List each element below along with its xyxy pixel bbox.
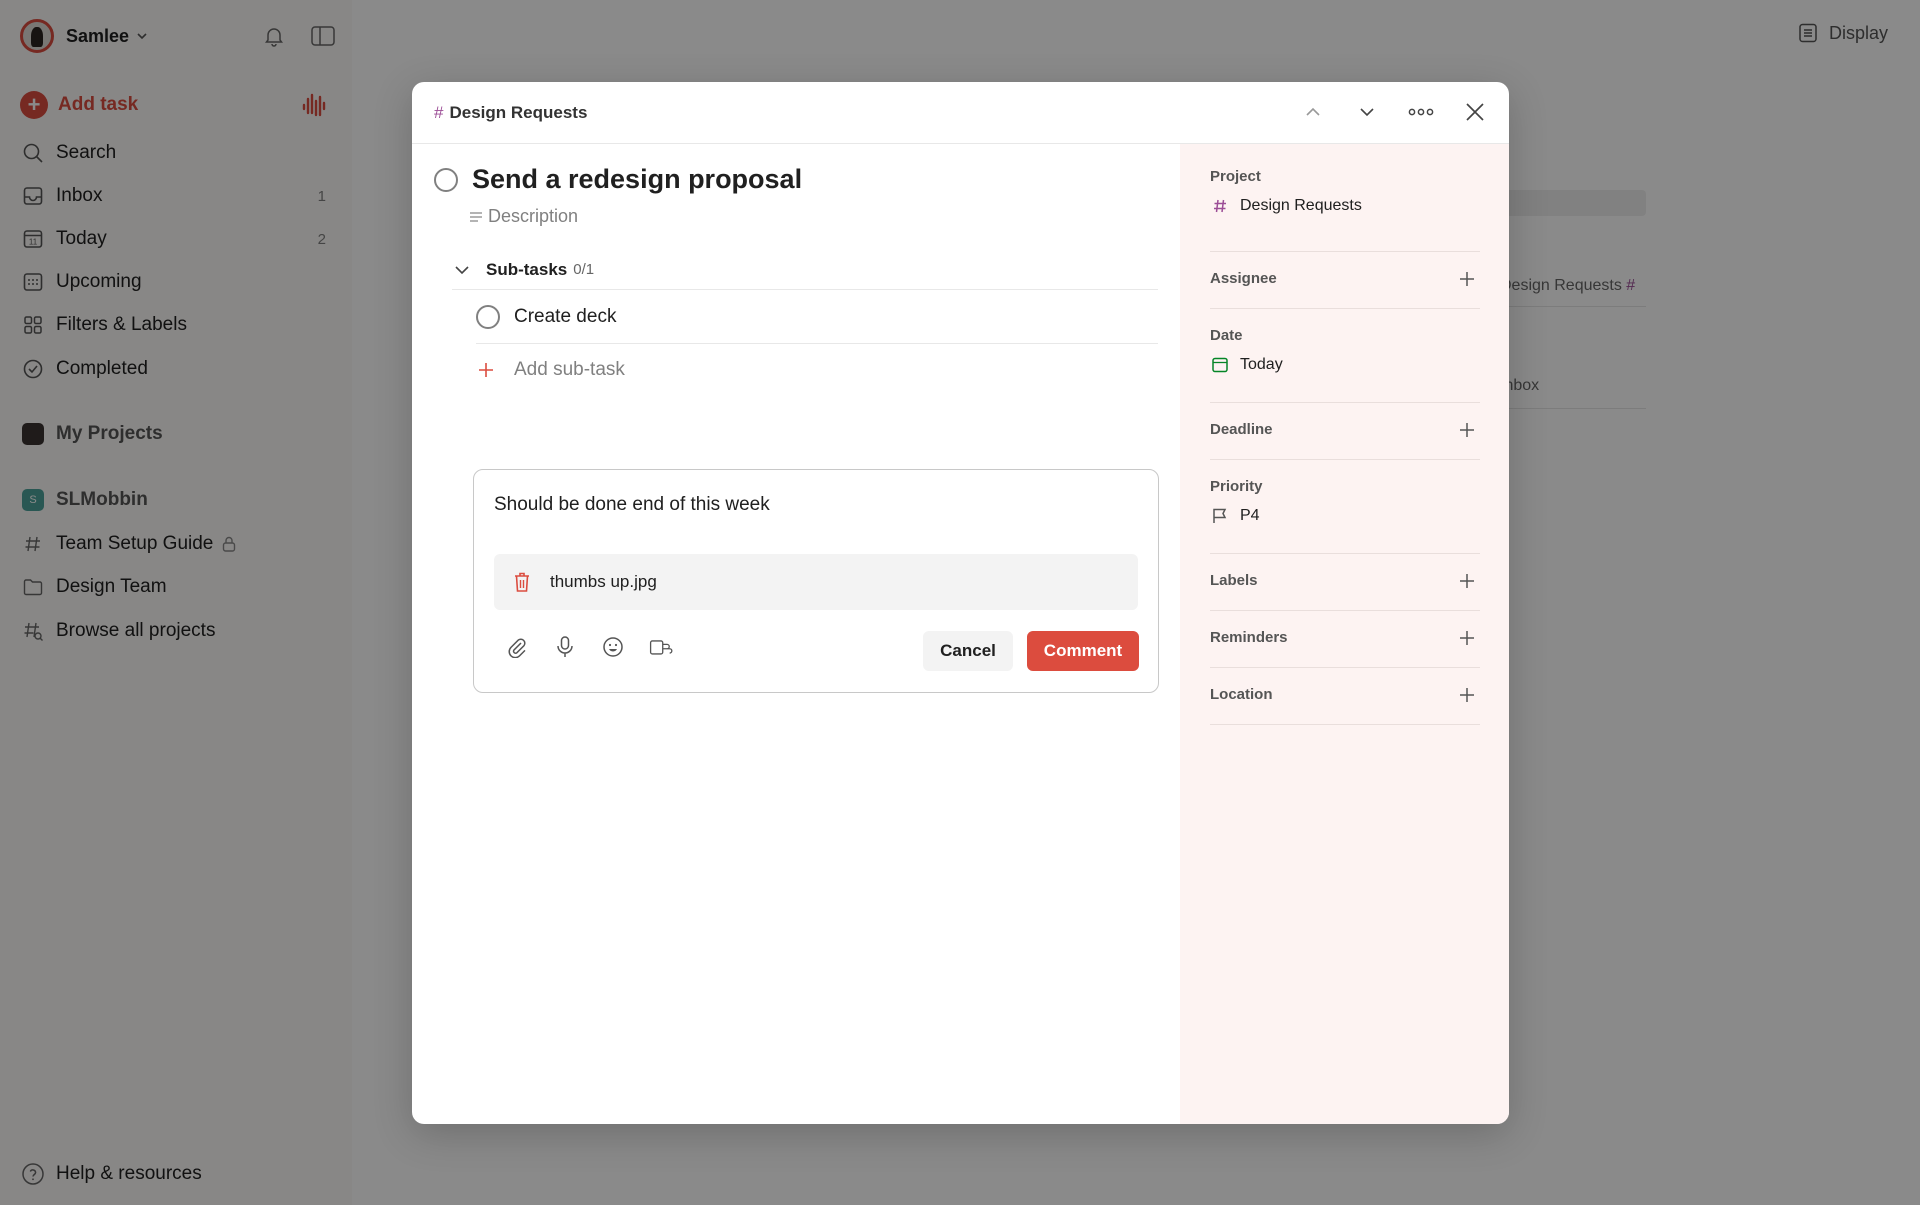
link-icon[interactable] [648, 634, 674, 660]
deadline-field[interactable]: Deadline [1210, 403, 1480, 460]
task-detail-modal: # Design Requests Send a redesign propos… [412, 82, 1509, 1124]
subtasks-header[interactable]: Sub-tasks 0/1 [452, 250, 1158, 290]
emoji-icon[interactable] [600, 634, 626, 660]
assignee-label: Assignee [1210, 270, 1277, 287]
mic-icon[interactable] [552, 634, 578, 660]
calendar-icon [1210, 356, 1230, 374]
attachment-name: thumbs up.jpg [550, 572, 657, 591]
labels-field[interactable]: Labels [1210, 554, 1480, 611]
subtask-label: Create deck [514, 305, 617, 327]
description-field[interactable]: Description [468, 206, 578, 227]
reminders-label: Reminders [1210, 629, 1288, 646]
location-label: Location [1210, 686, 1273, 703]
plus-icon[interactable] [1458, 270, 1476, 288]
plus-icon[interactable] [1458, 686, 1476, 704]
task-title-row: Send a redesign proposal [434, 164, 802, 195]
description-icon [468, 209, 484, 225]
subtask-item[interactable]: Create deck [476, 290, 1158, 344]
task-complete-checkbox[interactable] [434, 167, 458, 192]
plus-icon[interactable] [1458, 421, 1476, 439]
task-content: Send a redesign proposal Description Sub… [412, 144, 1180, 1124]
project-value: Design Requests [1240, 197, 1362, 214]
breadcrumb-project: Design Requests [449, 102, 588, 122]
close-icon[interactable] [1459, 96, 1491, 128]
date-label: Date [1210, 327, 1243, 344]
plus-icon[interactable] [1458, 572, 1476, 590]
comment-button[interactable]: Comment [1027, 631, 1139, 671]
more-icon[interactable] [1405, 96, 1437, 128]
flag-icon [1210, 507, 1230, 525]
comment-editor[interactable]: Should be done end of this week thumbs u… [473, 469, 1159, 693]
subtasks-label: Sub-tasks [486, 259, 568, 279]
add-subtask-label: Add sub-task [514, 359, 625, 380]
chevron-down-icon[interactable] [452, 260, 472, 280]
labels-label: Labels [1210, 572, 1258, 589]
task-details-panel: Project Design Requests Assignee Date To… [1180, 144, 1509, 1124]
date-field[interactable]: Date Today [1210, 309, 1480, 403]
project-label: Project [1210, 168, 1261, 185]
breadcrumb[interactable]: # Design Requests [434, 103, 587, 123]
plus-icon [476, 360, 496, 380]
reminders-field[interactable]: Reminders [1210, 611, 1480, 668]
assignee-field[interactable]: Assignee [1210, 252, 1480, 309]
subtask-checkbox[interactable] [476, 304, 500, 329]
description-placeholder: Description [488, 206, 579, 226]
priority-value: P4 [1240, 507, 1260, 524]
priority-field[interactable]: Priority P4 [1210, 460, 1480, 554]
comment-input[interactable]: Should be done end of this week [494, 494, 770, 516]
task-title[interactable]: Send a redesign proposal [472, 164, 802, 195]
comment-toolbar [504, 634, 674, 660]
date-value: Today [1240, 356, 1283, 373]
location-field[interactable]: Location [1210, 668, 1480, 725]
paperclip-icon[interactable] [504, 634, 530, 660]
add-subtask-button[interactable]: Add sub-task [476, 344, 625, 396]
priority-label: Priority [1210, 478, 1263, 495]
cancel-button[interactable]: Cancel [923, 631, 1013, 671]
modal-header: # Design Requests [412, 82, 1509, 144]
hash-icon [1210, 198, 1230, 214]
chevron-up-icon[interactable] [1297, 96, 1329, 128]
subtasks-count: 0/1 [573, 261, 595, 278]
hash-icon: # [434, 102, 444, 122]
chevron-down-icon[interactable] [1351, 96, 1383, 128]
attachment-item: thumbs up.jpg [494, 554, 1138, 610]
trash-icon[interactable] [512, 570, 532, 594]
deadline-label: Deadline [1210, 421, 1273, 438]
plus-icon[interactable] [1458, 629, 1476, 647]
project-field[interactable]: Project Design Requests [1210, 168, 1480, 252]
